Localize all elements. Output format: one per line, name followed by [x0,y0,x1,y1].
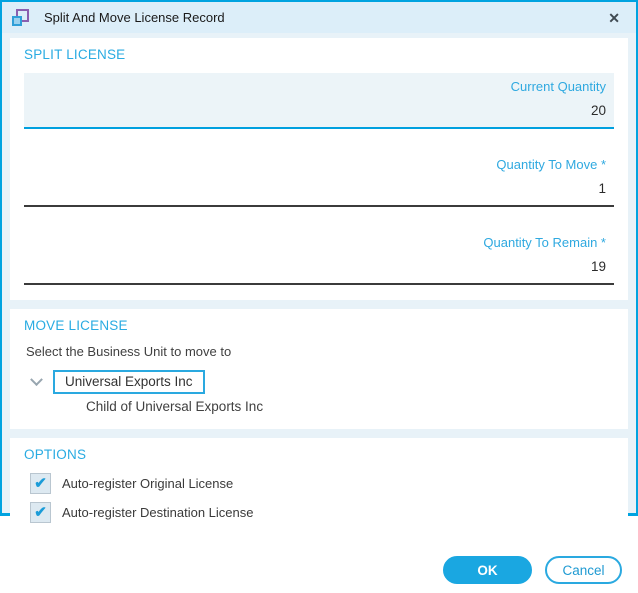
move-license-panel: MOVE LICENSE Select the Business Unit to… [10,309,628,429]
app-icon-inner-square [12,16,22,26]
current-quantity-value: 20 [590,103,606,118]
tree-node-child[interactable]: Child of Universal Exports Inc [86,399,614,414]
split-license-header: SPLIT LICENSE [24,47,126,62]
tree-node-universal-exports[interactable]: Universal Exports Inc [53,370,205,394]
quantity-to-remain-label: Quantity To Remain * [483,235,606,250]
dialog-title: Split And Move License Record [44,10,225,25]
auto-register-destination-checkbox[interactable]: ✔ [30,502,51,523]
auto-register-original-row: ✔ Auto-register Original License [30,473,614,494]
quantity-to-move-value[interactable]: 1 [32,173,606,201]
current-quantity-field: Current Quantity 20 [24,73,614,129]
quantity-to-move-field[interactable]: Quantity To Move * 1 [24,151,614,207]
auto-register-destination-row: ✔ Auto-register Destination License [30,502,614,523]
options-header: OPTIONS [24,447,87,462]
split-license-panel: SPLIT LICENSE Current Quantity 20 Quanti… [10,38,628,300]
close-icon[interactable]: ✕ [604,9,624,27]
move-license-header: MOVE LICENSE [24,318,128,333]
quantity-to-remain-field[interactable]: Quantity To Remain * 19 [24,229,614,285]
cancel-button[interactable]: Cancel [545,556,622,584]
dialog-footer: OK Cancel [2,547,636,593]
auto-register-destination-label: Auto-register Destination License [62,505,254,520]
chevron-down-icon[interactable] [30,372,43,386]
titlebar: Split And Move License Record ✕ [2,2,636,33]
auto-register-original-checkbox[interactable]: ✔ [30,473,51,494]
checkmark-icon: ✔ [34,475,47,492]
business-unit-instruction: Select the Business Unit to move to [26,344,232,359]
current-quantity-label: Current Quantity [510,79,606,94]
split-and-move-dialog: Split And Move License Record ✕ SPLIT LI… [0,0,638,593]
options-panel: OPTIONS ✔ Auto-register Original License… [10,438,628,538]
checkmark-icon: ✔ [34,504,47,521]
business-unit-tree-row: Universal Exports Inc [30,370,614,394]
quantity-to-move-label: Quantity To Move * [496,157,606,172]
auto-register-original-label: Auto-register Original License [62,476,234,491]
dialog-body: SPLIT LICENSE Current Quantity 20 Quanti… [2,33,636,547]
ok-button[interactable]: OK [443,556,532,584]
quantity-to-remain-value[interactable]: 19 [32,251,606,279]
app-window-icon [12,9,29,26]
